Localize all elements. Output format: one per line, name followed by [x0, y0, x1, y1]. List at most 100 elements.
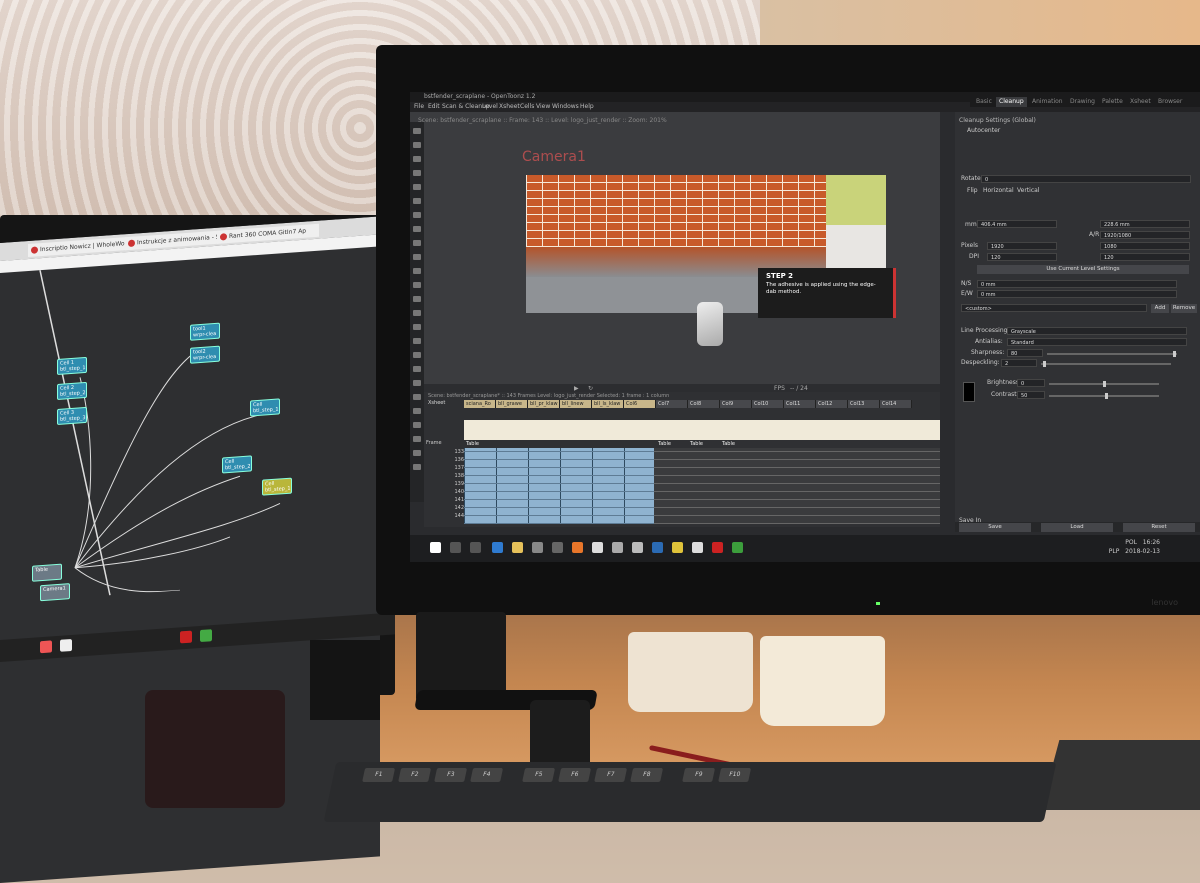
room-drawing[interactable]: Drawing	[1070, 97, 1095, 107]
schematic-node[interactable]: Cell btl_step_1	[250, 398, 280, 417]
plastic-tool-icon[interactable]	[413, 422, 421, 428]
mail-icon[interactable]	[592, 542, 603, 553]
paint-tool-icon[interactable]	[413, 212, 421, 218]
pinch-tool-icon[interactable]	[413, 296, 421, 302]
geometric-tool-icon[interactable]	[413, 184, 421, 190]
pump-tool-icon[interactable]	[413, 310, 421, 316]
xsheet-column-header[interactable]: sciana_Ro	[464, 400, 496, 408]
sharpness-slider[interactable]	[1047, 353, 1177, 355]
scene-viewer[interactable]: Scene: bstfender_scraplane :: Frame: 143…	[410, 112, 940, 405]
key-f3[interactable]: F3	[434, 768, 468, 782]
opentoonz-icon[interactable]	[732, 542, 743, 553]
xsheet-cells-filled[interactable]	[464, 448, 654, 524]
notes-icon[interactable]	[612, 542, 623, 553]
despeckling-slider[interactable]	[1041, 363, 1171, 365]
store-icon[interactable]	[532, 542, 543, 553]
aspect-ratio-field[interactable]: 1920/1080	[1100, 231, 1190, 239]
use-level-settings-button[interactable]: Use Current Level Settings	[977, 265, 1189, 274]
sharpness-slider-handle[interactable]	[1173, 351, 1176, 357]
load-button[interactable]: Load	[1041, 523, 1113, 532]
room-basic[interactable]: Basic	[976, 97, 992, 107]
contrast-slider[interactable]	[1049, 395, 1159, 397]
camera-height-field[interactable]: 228.6 mm	[1100, 220, 1190, 228]
sharpness-field[interactable]: 80	[1007, 349, 1043, 357]
menu-help[interactable]: Help	[580, 102, 594, 112]
rgb-picker-icon[interactable]	[413, 268, 421, 274]
bender-tool-icon[interactable]	[413, 338, 421, 344]
tape-tool-icon[interactable]	[413, 240, 421, 246]
brightness-slider-handle[interactable]	[1103, 381, 1106, 387]
paint-icon[interactable]	[652, 542, 663, 553]
mail-icon[interactable]	[60, 638, 72, 652]
region-indicator[interactable]: PLP	[1109, 548, 1120, 555]
color-swatch[interactable]	[963, 382, 975, 402]
key-f4[interactable]: F4	[470, 768, 504, 782]
opentoonz-icon[interactable]	[200, 629, 212, 643]
cutter-tool-icon[interactable]	[413, 366, 421, 372]
xsheet-column-header[interactable]: Col8	[688, 400, 720, 408]
menu-edit[interactable]: Edit	[428, 102, 440, 112]
schematic-node-camera[interactable]: Camera1	[40, 583, 70, 602]
magnet-tool-icon[interactable]	[413, 324, 421, 330]
dpi-field-2[interactable]: 120	[1100, 253, 1190, 261]
filezilla-icon[interactable]	[712, 542, 723, 553]
key-f5[interactable]: F5	[522, 768, 556, 782]
remove-button[interactable]: Remove	[1171, 304, 1197, 313]
pixels-width-field[interactable]: 1920	[987, 242, 1057, 250]
style-picker-icon[interactable]	[413, 254, 421, 260]
clock-date[interactable]: 2018-02-13	[1125, 548, 1160, 555]
antialias-select[interactable]: Standard	[1007, 338, 1187, 346]
room-animation[interactable]: Animation	[1032, 97, 1063, 107]
iron-tool-icon[interactable]	[413, 352, 421, 358]
fill-tool-icon[interactable]	[413, 198, 421, 204]
menu-file[interactable]: File	[414, 102, 424, 112]
brightness-field[interactable]: 0	[1017, 379, 1045, 387]
rotate-tool-icon[interactable]	[413, 450, 421, 456]
chrome-icon[interactable]	[40, 640, 52, 654]
room-browser[interactable]: Browser	[1158, 97, 1182, 107]
firefox-icon[interactable]	[572, 542, 583, 553]
hand-tool-icon[interactable]	[413, 464, 421, 470]
xsheet-column-header[interactable]: Col7	[656, 400, 688, 408]
autocenter-checkbox[interactable]: Autocenter	[967, 126, 1000, 135]
schematic-node[interactable]: Cell 2 btl_step_2	[57, 381, 87, 401]
menu-xsheet[interactable]: Xsheet	[499, 102, 520, 112]
schematic-node[interactable]: Cell 1 btl_step_1	[57, 356, 87, 376]
zoom-tool-icon[interactable]	[413, 436, 421, 442]
xsheet-column-header[interactable]: Col12	[816, 400, 848, 408]
menu-level[interactable]: Level	[482, 102, 498, 112]
select-tool-icon[interactable]	[413, 128, 421, 134]
flip-vertical-checkbox[interactable]: Vertical	[1017, 186, 1039, 195]
camera-width-field[interactable]: 406.4 mm	[977, 220, 1057, 228]
schematic-node[interactable]: Cell btl_step_2	[222, 455, 252, 474]
menu-cells[interactable]: Cells	[520, 102, 534, 112]
xsheet-column-header[interactable]: Col6	[624, 400, 656, 408]
contrast-field[interactable]: 50	[1017, 391, 1045, 399]
pixels-radio[interactable]: Pixels	[961, 241, 978, 250]
hook-tool-icon[interactable]	[413, 394, 421, 400]
schematic-node-table[interactable]: Table	[32, 563, 62, 582]
preset-select[interactable]: <custom>	[961, 304, 1147, 312]
task-view-icon[interactable]	[470, 542, 481, 553]
key-f8[interactable]: F8	[630, 768, 664, 782]
xsheet-column-header[interactable]: Col9	[720, 400, 752, 408]
xsheet-column-header[interactable]: bll_ls_klaw	[592, 400, 624, 408]
xsheet-column-header[interactable]: bll_grawe	[496, 400, 528, 408]
search-icon[interactable]	[450, 542, 461, 553]
ew-field[interactable]: 0 mm	[977, 290, 1177, 298]
room-cleanup[interactable]: Cleanup	[996, 97, 1027, 107]
line-processing-select[interactable]: Grayscale	[1007, 327, 1187, 335]
calc-icon[interactable]	[632, 542, 643, 553]
despeckling-field[interactable]: 2	[1001, 359, 1037, 367]
xsheet-column-header[interactable]: bll_linew	[560, 400, 592, 408]
explorer-icon[interactable]	[692, 542, 703, 553]
key-f2[interactable]: F2	[398, 768, 432, 782]
reset-button[interactable]: Reset	[1123, 523, 1195, 532]
room-palette[interactable]: Palette	[1102, 97, 1123, 107]
xsheet-column-header[interactable]: Col10	[752, 400, 784, 408]
schematic-node[interactable]: tool2 wrpr-clea	[190, 345, 220, 364]
menu-view[interactable]: View	[536, 102, 550, 112]
edge-icon[interactable]	[492, 542, 503, 553]
key-f9[interactable]: F9	[682, 768, 716, 782]
despeckling-slider-handle[interactable]	[1043, 361, 1046, 367]
